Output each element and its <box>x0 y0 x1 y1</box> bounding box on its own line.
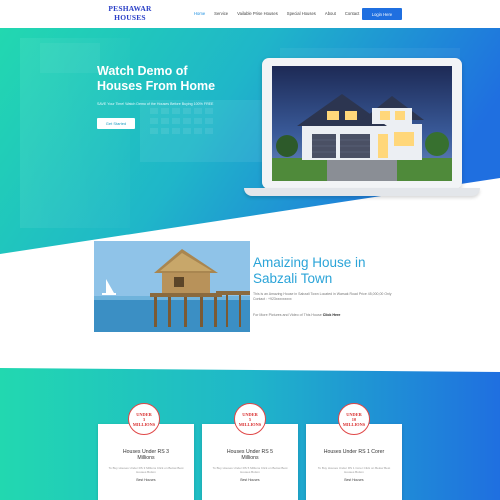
get-started-button[interactable]: Get Started <box>97 118 135 129</box>
card-description: To Buy Houses Under RS 3 Millions Click … <box>108 466 184 474</box>
best-houses-button[interactable]: Best Houses <box>306 478 402 482</box>
nav-item-service[interactable]: Service <box>214 11 228 16</box>
laptop-mockup <box>244 58 480 200</box>
feature-link-text: For More Pictures and Video of This Hous… <box>253 313 403 317</box>
nav-item-contact[interactable]: Contact <box>345 11 359 16</box>
under-3-millions-badge: UNDER 3 MILLIONS <box>128 403 160 435</box>
main-menu: Home Service Vailable Prise Houses Speci… <box>194 11 368 16</box>
card-title: Houses Under RS 1 Corer <box>306 449 402 455</box>
best-houses-button[interactable]: Best Houses <box>98 478 194 482</box>
nav-item-vailable-prise-houses[interactable]: Vailable Prise Houses <box>237 11 278 16</box>
house-photo <box>272 66 452 181</box>
card-title: Houses Under RS 3 Millions <box>98 449 194 462</box>
click-here-link[interactable]: Click Here <box>323 313 341 317</box>
nav-item-home[interactable]: Home <box>194 11 205 16</box>
feature-link-prefix: For More Pictures and Video of This Hous… <box>253 313 323 317</box>
card-description: To Buy Houses Under RS 1 Corer Click on … <box>317 466 391 474</box>
nav-item-about[interactable]: About <box>325 11 336 16</box>
hero-title-line-1: Watch Demo of <box>97 64 188 78</box>
card-title-line-2: Millions <box>137 455 155 462</box>
nav-item-special-houses[interactable]: Special Houses <box>287 11 316 16</box>
hero-title-line-2: Houses From Home <box>97 79 216 93</box>
feature-title-line-1: Amaizing House in <box>253 255 366 270</box>
price-card-1-corer[interactable]: Houses Under RS 1 Corer To Buy Houses Un… <box>306 424 402 500</box>
login-button[interactable]: Login Here <box>362 8 402 20</box>
feature-title: Amaizing House in Sabzali Town <box>253 255 413 287</box>
hero-title: Watch Demo of Houses From Home <box>97 64 257 94</box>
feature-description: This is an Amazing House in Sabzali Town… <box>253 292 392 301</box>
laptop-base <box>244 188 480 196</box>
under-10-millions-badge: UNDER 10 MILLIONS <box>338 403 370 435</box>
card-description: To Buy Houses Under RS 5 Millions Click … <box>212 466 288 474</box>
badge-line-3: MILLIONS <box>238 421 262 427</box>
badge-line-3: MILLIONS <box>132 421 156 427</box>
under-5-millions-badge: UNDER 5 MILLIONS <box>234 403 266 435</box>
hero-subtitle: SAVE Your Time! Watch Demo of the Houses… <box>97 102 214 106</box>
logo-line-2: HOUSES <box>114 13 146 22</box>
card-title: Houses Under RS 5 Millions <box>202 449 298 462</box>
price-card-5-millions[interactable]: Houses Under RS 5 Millions To Buy Houses… <box>202 424 298 500</box>
price-card-3-millions[interactable]: Houses Under RS 3 Millions To Buy Houses… <box>98 424 194 500</box>
card-title-line-1: Houses Under RS 1 Corer <box>323 449 385 455</box>
best-houses-button[interactable]: Best Houses <box>202 478 298 482</box>
top-navbar: PESHAWAR HOUSES Home Service Vailable Pr… <box>0 0 500 28</box>
brand-logo[interactable]: PESHAWAR HOUSES <box>104 4 156 22</box>
logo-line-1: PESHAWAR <box>108 4 152 13</box>
feature-title-line-2: Sabzali Town <box>253 271 333 286</box>
stilt-house-photo <box>94 241 250 332</box>
badge-line-3: MILLIONS <box>342 421 366 427</box>
card-title-line-2: Millions <box>241 455 259 462</box>
